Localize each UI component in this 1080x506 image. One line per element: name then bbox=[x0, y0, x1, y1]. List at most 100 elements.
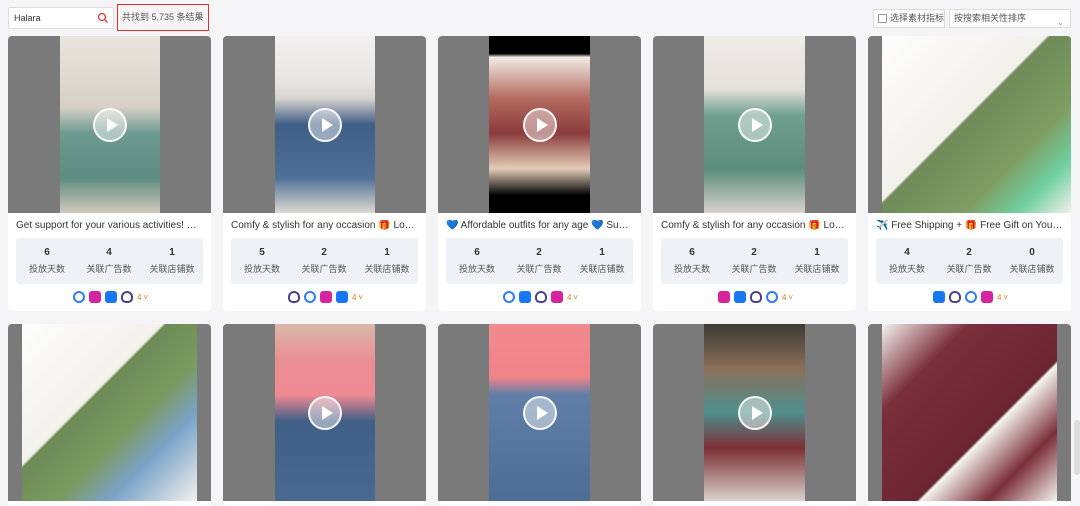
threads-icon bbox=[287, 291, 300, 303]
edit-icon bbox=[878, 14, 887, 23]
messenger-icon bbox=[765, 291, 778, 303]
video-thumbnail[interactable] bbox=[653, 36, 856, 213]
stat-value: 4 bbox=[904, 247, 910, 258]
ad-card[interactable] bbox=[223, 324, 426, 506]
search-input[interactable]: Halara bbox=[8, 7, 114, 29]
thumbnail-image bbox=[882, 36, 1071, 213]
messenger-icon bbox=[502, 291, 515, 303]
instagram-icon bbox=[88, 291, 101, 303]
stat-value: 6 bbox=[689, 247, 695, 258]
search-value: Halara bbox=[14, 13, 41, 23]
image-thumbnail[interactable] bbox=[8, 324, 211, 501]
platform-count[interactable]: 4 bbox=[137, 293, 141, 302]
stat-label: 关联店铺数 bbox=[364, 264, 410, 274]
messenger-icon bbox=[72, 291, 85, 303]
stat-label: 关联广告数 bbox=[86, 264, 132, 274]
stat-label: 投放天数 bbox=[888, 264, 925, 274]
stat-ads: 2 关联广告数 bbox=[723, 247, 785, 275]
platform-list: 4 ˅ bbox=[223, 291, 426, 304]
stat-ads: 2 关联广告数 bbox=[293, 247, 355, 275]
stat-value: 1 bbox=[169, 247, 175, 258]
video-thumbnail[interactable] bbox=[438, 324, 641, 501]
video-thumbnail[interactable] bbox=[438, 36, 641, 213]
stat-value: 1 bbox=[384, 247, 390, 258]
facebook-icon bbox=[335, 291, 348, 303]
video-thumbnail[interactable] bbox=[653, 324, 856, 501]
stat-value: 2 bbox=[751, 247, 757, 258]
platform-count[interactable]: 4 bbox=[782, 293, 786, 302]
instagram-icon bbox=[980, 291, 993, 303]
stat-shops: 1 关联店铺数 bbox=[571, 247, 633, 275]
stat-value: 5 bbox=[259, 247, 265, 258]
stat-label: 关联广告数 bbox=[516, 264, 562, 274]
platform-count[interactable]: 4 bbox=[567, 293, 571, 302]
play-icon[interactable] bbox=[93, 108, 127, 142]
messenger-icon bbox=[964, 291, 977, 303]
ad-card[interactable] bbox=[8, 324, 211, 506]
ad-card[interactable]: Comfy & stylish for any occasion 🎁 Look … bbox=[223, 36, 426, 311]
ad-stats: 6 投放天数 4 关联广告数 1 关联店铺数 bbox=[16, 238, 203, 284]
ad-card[interactable]: Get support for your various activities!… bbox=[8, 36, 211, 311]
stat-ads: 2 关联广告数 bbox=[508, 247, 570, 275]
stat-label: 投放天数 bbox=[673, 264, 710, 274]
stat-value: 2 bbox=[321, 247, 327, 258]
ad-card[interactable] bbox=[868, 324, 1071, 506]
ad-caption: Comfy & stylish for any occasion 🎁 Look … bbox=[661, 220, 849, 231]
instagram-icon bbox=[319, 291, 332, 303]
stat-value: 6 bbox=[474, 247, 480, 258]
stat-label: 投放天数 bbox=[28, 264, 65, 274]
ad-caption: Comfy & stylish for any occasion 🎁 Look … bbox=[231, 220, 419, 231]
chevron-down-icon: ˅ bbox=[358, 292, 364, 302]
image-thumbnail[interactable] bbox=[868, 324, 1071, 501]
stat-days: 4 投放天数 bbox=[876, 247, 938, 275]
stat-label: 关联店铺数 bbox=[149, 264, 195, 274]
play-icon[interactable] bbox=[738, 108, 772, 142]
video-thumbnail[interactable] bbox=[223, 36, 426, 213]
ad-stats: 5 投放天数 2 关联广告数 1 关联店铺数 bbox=[231, 238, 418, 284]
platform-list: 4 ˅ bbox=[653, 291, 856, 304]
stat-days: 6 投放天数 bbox=[446, 247, 508, 275]
stat-value: 0 bbox=[1029, 247, 1035, 258]
metric-select-button[interactable]: 选择素材指标 bbox=[873, 9, 945, 28]
platform-list: 4 ˅ bbox=[438, 291, 641, 304]
stat-days: 6 投放天数 bbox=[661, 247, 723, 275]
ad-card[interactable]: 💙 Affordable outfits for any age 💙 Supe.… bbox=[438, 36, 641, 311]
facebook-icon bbox=[932, 291, 945, 303]
platform-count[interactable]: 4 bbox=[997, 293, 1001, 302]
stat-label: 投放天数 bbox=[243, 264, 280, 274]
threads-icon bbox=[534, 291, 547, 303]
platform-count[interactable]: 4 bbox=[352, 293, 356, 302]
scrollbar-handle[interactable] bbox=[1074, 420, 1080, 475]
threads-icon bbox=[120, 291, 133, 303]
ad-stats: 4 投放天数 2 关联广告数 0 关联店铺数 bbox=[876, 238, 1063, 284]
threads-icon bbox=[948, 291, 961, 303]
top-bar: Halara 共找到 5,735 条结果 选择素材指标 按搜索相关性排序 ⌄ bbox=[0, 0, 1080, 36]
play-icon[interactable] bbox=[308, 396, 342, 430]
chevron-down-icon: ˅ bbox=[573, 292, 579, 302]
sort-label: 按搜索相关性排序 bbox=[954, 13, 1027, 23]
play-icon[interactable] bbox=[523, 396, 557, 430]
instagram-icon bbox=[550, 291, 563, 303]
ad-card[interactable] bbox=[438, 324, 641, 506]
ad-card[interactable]: Comfy & stylish for any occasion 🎁 Look … bbox=[653, 36, 856, 311]
video-thumbnail[interactable] bbox=[8, 36, 211, 213]
stat-ads: 2 关联广告数 bbox=[938, 247, 1000, 275]
facebook-icon bbox=[733, 291, 746, 303]
ad-card[interactable] bbox=[653, 324, 856, 506]
play-icon[interactable] bbox=[738, 396, 772, 430]
play-icon[interactable] bbox=[523, 108, 557, 142]
instagram-icon bbox=[717, 291, 730, 303]
image-thumbnail[interactable] bbox=[868, 36, 1071, 213]
stat-label: 关联广告数 bbox=[731, 264, 777, 274]
stat-value: 1 bbox=[814, 247, 820, 258]
sort-select[interactable]: 按搜索相关性排序 ⌄ bbox=[949, 9, 1071, 28]
stat-label: 关联店铺数 bbox=[1009, 264, 1055, 274]
stat-value: 2 bbox=[536, 247, 542, 258]
video-thumbnail[interactable] bbox=[223, 324, 426, 501]
search-icon[interactable] bbox=[97, 12, 109, 24]
threads-icon bbox=[749, 291, 762, 303]
stat-label: 关联广告数 bbox=[946, 264, 992, 274]
ad-card[interactable]: ✈️ Free Shipping + 🎁 Free Gift on Your 1… bbox=[868, 36, 1071, 311]
thumbnail-image bbox=[882, 324, 1057, 501]
play-icon[interactable] bbox=[308, 108, 342, 142]
